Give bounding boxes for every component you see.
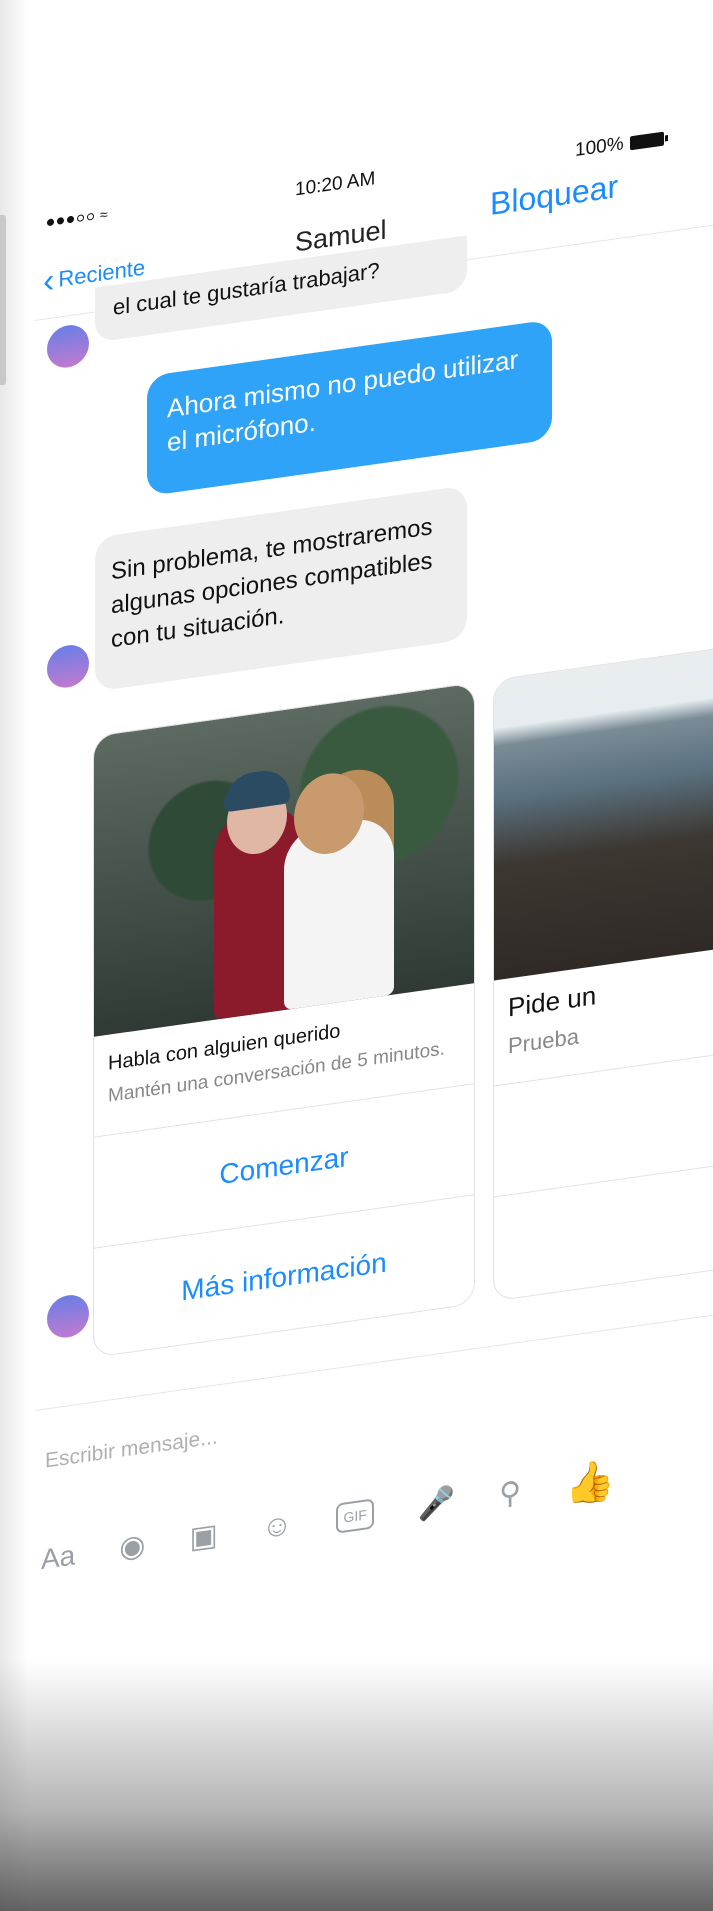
suggestion-card: Pide un Prueba xyxy=(493,642,713,1302)
battery-indicator: 100% xyxy=(575,128,664,162)
avatar xyxy=(47,322,89,371)
battery-icon xyxy=(629,131,664,151)
smiley-icon[interactable]: ☺ xyxy=(262,1508,293,1545)
microphone-icon[interactable]: 🎤 xyxy=(418,1485,455,1523)
location-icon[interactable]: ⚲ xyxy=(499,1476,521,1512)
text-format-button[interactable]: Aa xyxy=(41,1539,75,1575)
device-side-button xyxy=(0,215,6,385)
thumbs-up-icon[interactable]: 👍 xyxy=(565,1457,615,1508)
phone-screen: ≈ 10:20 AM 100% ‹ Reciente Samuel Bloque… xyxy=(35,0,713,1721)
gallery-icon[interactable]: ▣ xyxy=(189,1518,217,1555)
signal-indicator: ≈ xyxy=(47,206,108,231)
card-image xyxy=(494,643,713,981)
outgoing-message: Ahora mismo no puedo utilizar el micrófo… xyxy=(147,319,552,497)
suggestion-card: Habla con alguien querido Mantén una con… xyxy=(93,682,475,1358)
gif-icon[interactable]: GIF xyxy=(336,1498,374,1534)
avatar xyxy=(47,1292,89,1341)
battery-percent: 100% xyxy=(575,133,624,162)
status-time: 10:20 AM xyxy=(295,168,376,201)
camera-icon[interactable]: ◉ xyxy=(119,1528,145,1565)
card-image xyxy=(94,683,474,1037)
incoming-message: Sin problema, te mostraremos algunas opc… xyxy=(95,485,467,692)
wifi-icon: ≈ xyxy=(100,205,108,223)
device-shadow xyxy=(0,1660,713,1911)
message-input[interactable]: Escribir mensaje... xyxy=(45,1425,218,1473)
avatar xyxy=(47,642,89,691)
chevron-left-icon: ‹ xyxy=(43,261,55,301)
signal-dots-icon xyxy=(47,212,94,226)
message-list[interactable]: el cual te gustaría trabajar? Ahora mism… xyxy=(35,222,713,1410)
